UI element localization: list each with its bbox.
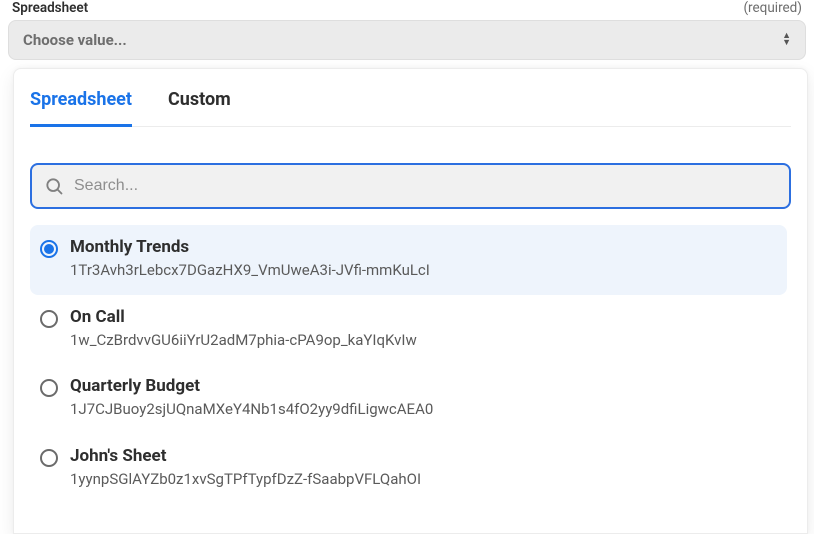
field-header: Spreadsheet (required): [8, 0, 806, 20]
list-item-texts: John's Sheet 1yynpSGlAYZb0z1xvSgTPfTypfD…: [70, 446, 777, 490]
radio-icon: [40, 310, 58, 328]
list-item-desc: 1yynpSGlAYZb0z1xvSgTPfTypfDzZ-fSaabpVFLQ…: [70, 469, 777, 489]
sort-icon: ▲▼: [782, 33, 791, 47]
dropdown-panel: Spreadsheet Custom Monthly Trends 1Tr3Av…: [13, 68, 808, 534]
list-item-title: John's Sheet: [70, 446, 777, 467]
dropdown-placeholder: Choose value...: [23, 31, 127, 49]
list-item-title: Monthly Trends: [70, 237, 777, 258]
field-label: Spreadsheet: [12, 0, 88, 16]
list-item-texts: On Call 1w_CzBrdvvGU6iiYrU2adM7phia-cPA9…: [70, 307, 777, 351]
list-item-desc: 1J7CJBuoy2sjUQnaMXeY4Nb1s4fO2yy9dfiLigwc…: [70, 399, 777, 419]
required-indicator: (required): [743, 0, 802, 16]
radio-icon: [40, 240, 58, 258]
tabs: Spreadsheet Custom: [30, 85, 791, 127]
list-item[interactable]: On Call 1w_CzBrdvvGU6iiYrU2adM7phia-cPA9…: [30, 295, 787, 365]
tab-spreadsheet[interactable]: Spreadsheet: [30, 85, 132, 127]
search-icon: [44, 176, 64, 196]
search-box[interactable]: [30, 163, 791, 209]
spreadsheet-dropdown[interactable]: Choose value... ▲▼: [8, 20, 806, 60]
list-item[interactable]: Jane's Sheet 1jrBLVcOOms4_n0zCELT-8mCkxB…: [30, 503, 787, 515]
list-item-title: Quarterly Budget: [70, 376, 777, 397]
list-item-desc: 1Tr3Avh3rLebcx7DGazHX9_VmUweA3i-JVfi-mmK…: [70, 260, 777, 280]
tab-custom[interactable]: Custom: [168, 85, 231, 126]
list-item-texts: Monthly Trends 1Tr3Avh3rLebcx7DGazHX9_Vm…: [70, 237, 777, 281]
options-list: Monthly Trends 1Tr3Avh3rLebcx7DGazHX9_Vm…: [30, 225, 791, 515]
list-item-desc: 1w_CzBrdvvGU6iiYrU2adM7phia-cPA9op_kaYIq…: [70, 330, 777, 350]
list-item[interactable]: Quarterly Budget 1J7CJBuoy2sjUQnaMXeY4Nb…: [30, 364, 787, 434]
list-item[interactable]: Monthly Trends 1Tr3Avh3rLebcx7DGazHX9_Vm…: [30, 225, 787, 295]
list-item-title: On Call: [70, 307, 777, 328]
radio-icon: [40, 449, 58, 467]
list-item[interactable]: John's Sheet 1yynpSGlAYZb0z1xvSgTPfTypfD…: [30, 434, 787, 504]
list-item-texts: Quarterly Budget 1J7CJBuoy2sjUQnaMXeY4Nb…: [70, 376, 777, 420]
radio-icon: [40, 379, 58, 397]
search-input[interactable]: [74, 177, 777, 195]
